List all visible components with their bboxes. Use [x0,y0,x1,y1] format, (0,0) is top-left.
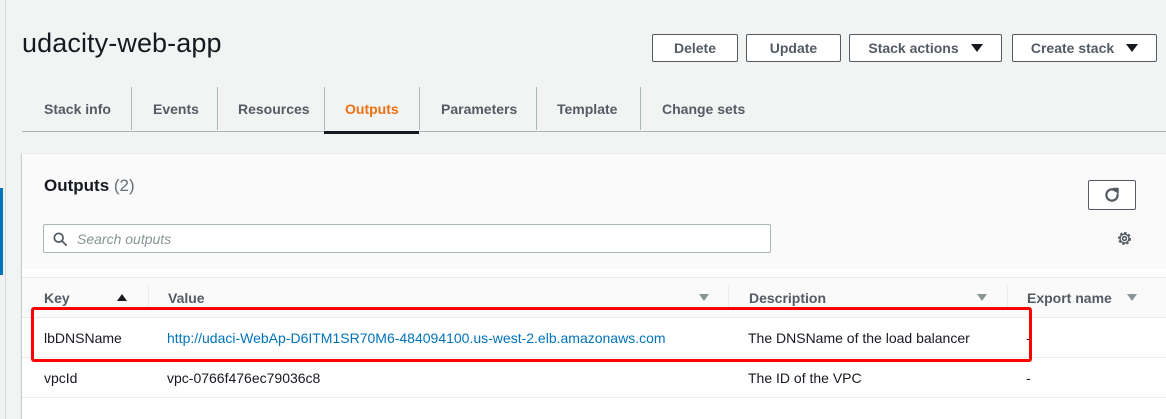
outputs-count: (2) [113,176,135,195]
column-header-label: Key [44,289,70,306]
delete-button[interactable]: Delete [652,34,738,62]
column-header-label: Export name [1027,289,1112,306]
outputs-table-header: Key Value Description Export name [22,277,1166,318]
search-outputs-field [43,224,771,253]
update-button[interactable]: Update [746,34,841,62]
left-panel-edge [5,0,6,419]
tab-resources[interactable]: Resources [217,86,324,132]
gear-icon[interactable] [1116,230,1133,247]
tab-label: Parameters [441,101,518,117]
column-header-key[interactable]: Key [44,278,70,317]
create-stack-button-label: Create stack [1030,40,1115,56]
output-key: lbDNSName [44,330,122,346]
tab-label: Change sets [662,101,746,117]
output-description: The ID of the VPC [748,370,862,386]
tab-parameters[interactable]: Parameters [419,86,536,132]
tab-events[interactable]: Events [131,86,217,132]
column-header-export-name[interactable]: Export name [1027,278,1112,317]
outputs-panel-header: Outputs (2) [22,154,1166,269]
tab-change-sets[interactable]: Change sets [640,86,760,132]
stack-actions-button[interactable]: Stack actions [849,34,1002,62]
outputs-panel: Outputs (2) Search outputs Key Value Des… [22,153,1166,419]
column-header-label: Value [168,289,205,306]
tab-label: Outputs [345,101,399,117]
output-export-name: - [1026,370,1031,386]
output-key: vpcId [44,370,78,386]
column-divider [148,286,149,310]
tab-label: Resources [238,101,310,117]
column-divider [1007,286,1008,310]
left-panel-accent [0,188,3,275]
output-export-name: - [1026,330,1031,346]
refresh-button[interactable] [1088,180,1136,210]
sort-icon[interactable] [699,294,709,301]
stack-tabs: Stack info Events Resources Outputs Para… [22,86,1166,134]
caret-down-icon [1126,44,1139,52]
column-header-value[interactable]: Value [168,278,205,317]
column-divider [728,286,729,310]
tab-template[interactable]: Template [536,86,640,132]
column-header-label: Description [749,289,827,306]
table-row: vpcId vpc-0766f476ec79036c8 The ID of th… [22,358,1166,398]
caret-down-icon [970,44,983,52]
create-stack-button[interactable]: Create stack [1012,34,1157,62]
sort-icon[interactable] [977,294,987,301]
outputs-title: Outputs [44,176,110,195]
tab-outputs[interactable]: Outputs [324,86,419,134]
sort-icon[interactable] [1127,294,1137,301]
page-title: udacity-web-app [22,28,222,58]
refresh-icon [1105,187,1119,202]
tab-label: Stack info [44,101,111,117]
search-icon [53,231,67,246]
tab-label: Template [557,101,618,117]
tab-label: Events [153,101,199,117]
delete-button-label: Delete [673,40,717,56]
outputs-heading: Outputs (2) [44,176,135,196]
tab-stack-info[interactable]: Stack info [22,86,131,132]
stack-actions-button-label: Stack actions [868,40,959,56]
update-button-label: Update [769,40,818,56]
sort-ascending-icon[interactable] [117,294,127,301]
output-value-link[interactable]: http://udaci-WebAp-D6ITM1SR70M6-48409410… [167,330,666,346]
search-outputs-input[interactable] [77,230,757,247]
output-description: The DNSName of the load balancer [748,330,970,346]
column-header-description[interactable]: Description [749,278,826,317]
output-value: vpc-0766f476ec79036c8 [167,370,321,386]
table-row: lbDNSName http://udaci-WebAp-D6ITM1SR70M… [22,318,1166,358]
